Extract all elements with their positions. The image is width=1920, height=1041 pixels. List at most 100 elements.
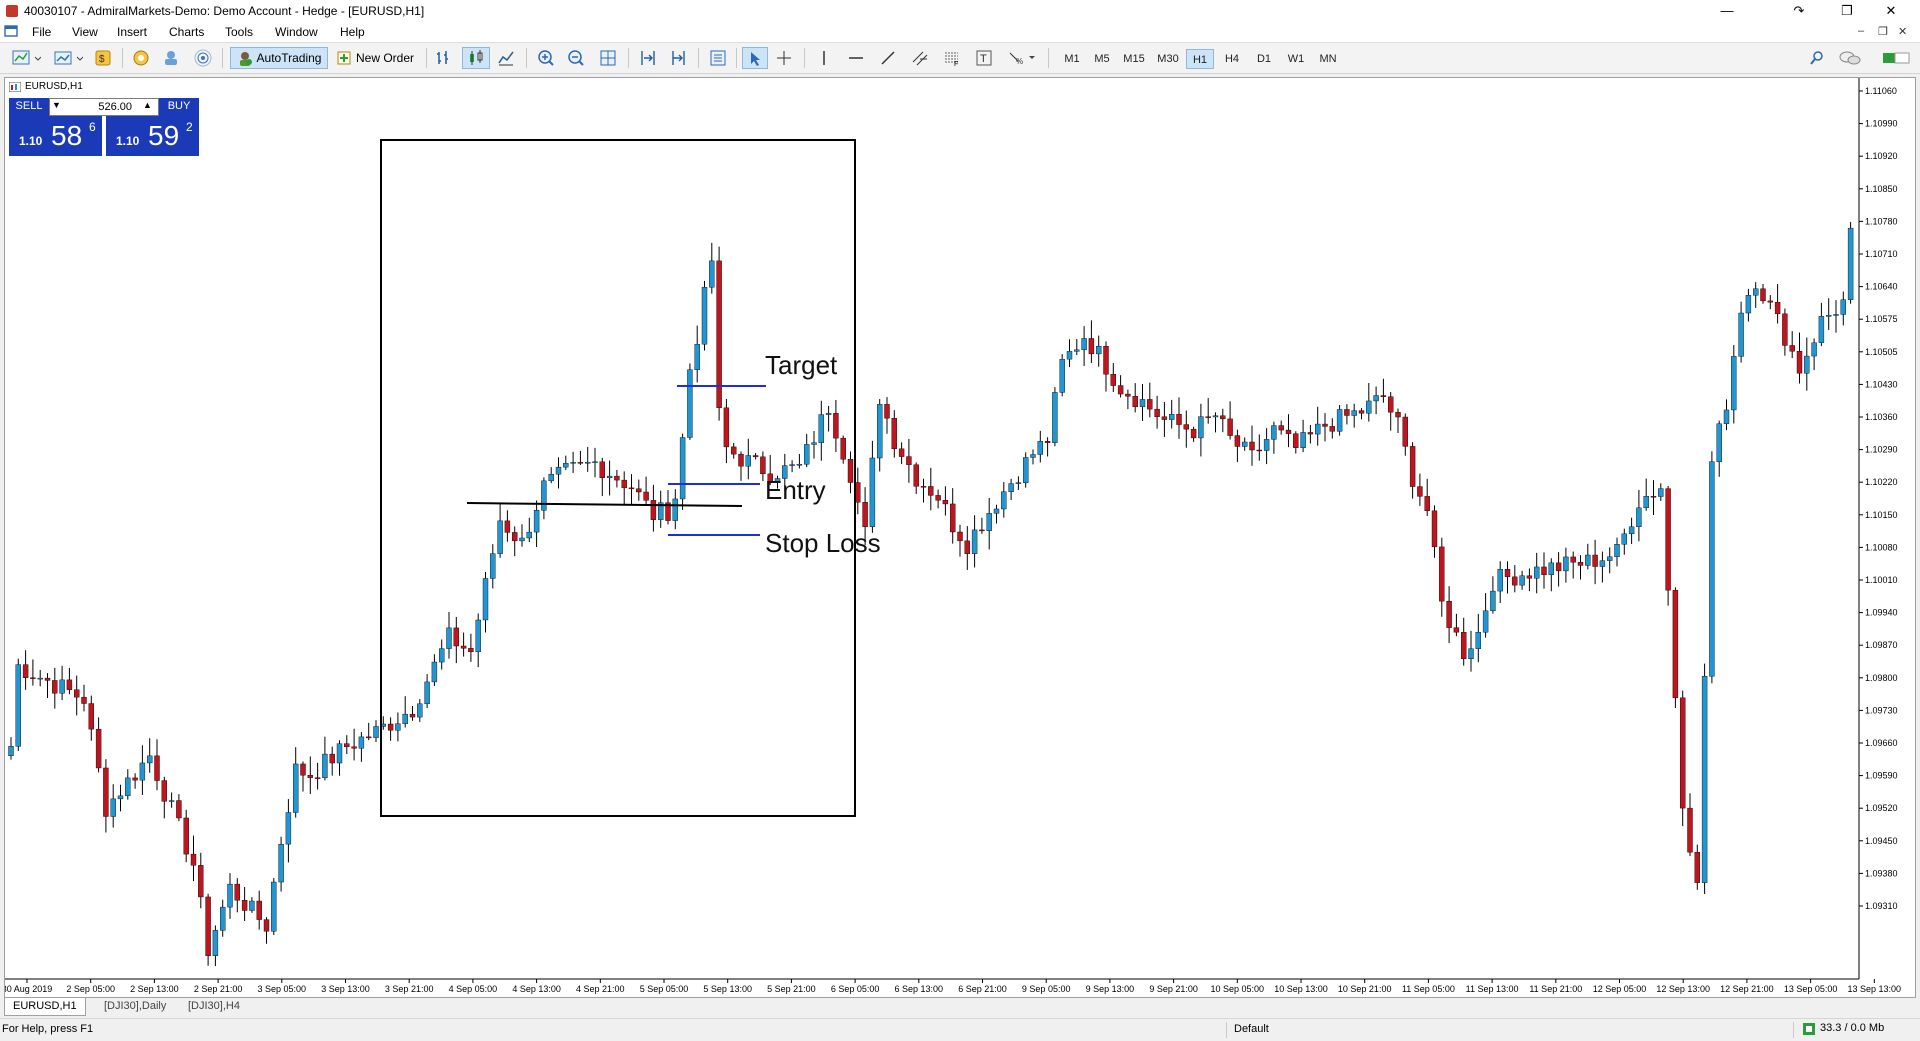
timeframe-m15[interactable]: M15 — [1120, 49, 1148, 69]
terminal-icon[interactable] — [160, 47, 182, 69]
candlestick-chart-icon[interactable] — [462, 47, 490, 69]
price-tick-label: 1.09730 — [1865, 705, 1898, 715]
timeframe-m30[interactable]: M30 — [1154, 49, 1182, 69]
drawing-objects[interactable]: Target Entry Stop Loss — [380, 139, 881, 817]
chart-shift-icon[interactable] — [666, 47, 690, 69]
candle-bullish — [1095, 346, 1102, 355]
navigator-icon[interactable] — [130, 47, 152, 69]
candle-bearish — [300, 763, 306, 776]
autotrading-button[interactable]: AutoTrading — [230, 47, 328, 69]
price-tick-label: 1.10505 — [1865, 347, 1898, 357]
timeframe-w1[interactable]: W1 — [1282, 49, 1310, 69]
candle-bullish — [431, 661, 438, 683]
candle-bearish — [22, 664, 29, 678]
menu-file[interactable]: File — [32, 25, 51, 39]
candle-bearish — [920, 486, 927, 488]
line-chart-icon[interactable] — [494, 47, 518, 69]
tab-dji30-daily[interactable]: [DJI30],Daily — [96, 998, 174, 1015]
support-line[interactable] — [466, 502, 743, 507]
menu-view[interactable]: View — [72, 25, 98, 39]
candle-bullish — [570, 462, 576, 464]
candle-bearish — [387, 723, 394, 731]
candle-bearish — [884, 404, 890, 419]
candle-bullish — [227, 883, 233, 908]
candle-bearish — [1395, 411, 1401, 418]
search-icon[interactable] — [1806, 47, 1828, 69]
time-tick-label: 3 Sep 13:00 — [321, 984, 370, 994]
candle-bearish — [1307, 432, 1314, 435]
minimize-icon[interactable]: — — [1712, 2, 1742, 20]
candle-bearish — [161, 780, 168, 802]
candle-bullish — [424, 681, 430, 705]
zoom-in-icon[interactable] — [534, 47, 558, 69]
candle-bullish — [1738, 312, 1744, 357]
shapes-menu-icon[interactable]: % — [1004, 47, 1040, 69]
tab-dji30-h4[interactable]: [DJI30],H4 — [180, 998, 248, 1015]
candle-bearish — [1176, 413, 1182, 425]
candle-bearish — [512, 532, 518, 542]
pin-icon[interactable]: ↷ — [1784, 2, 1814, 20]
indicators-icon[interactable] — [706, 47, 730, 69]
chat-icon[interactable] — [1836, 47, 1864, 69]
mdi-minimize-icon[interactable]: – — [1858, 25, 1864, 37]
chart-window[interactable]: EURUSD,H1 SELL 1.10 58 6 BUY 1.10 59 2 5… — [4, 77, 1916, 998]
vertical-line-icon[interactable] — [812, 47, 836, 69]
price-tick-label: 1.09660 — [1865, 738, 1898, 748]
candle-bearish — [979, 529, 985, 532]
candle-bearish — [52, 680, 58, 694]
candle-bullish — [1818, 316, 1825, 343]
mdi-restore-icon[interactable]: ❐ — [1878, 25, 1888, 38]
menu-window[interactable]: Window — [275, 25, 318, 39]
profiles-icon[interactable] — [50, 47, 86, 69]
market-watch-icon[interactable]: $ — [92, 47, 114, 69]
candle-bearish — [1088, 338, 1095, 355]
close-icon[interactable]: ✕ — [1876, 2, 1906, 20]
candle-bearish — [190, 853, 197, 866]
timeframe-mn[interactable]: MN — [1314, 49, 1342, 69]
mdi-close-icon[interactable]: ✕ — [1898, 25, 1907, 38]
time-tick-label: 2 Sep 05:00 — [66, 984, 115, 994]
cursor-icon[interactable] — [742, 47, 768, 69]
candle-bullish — [1658, 488, 1664, 497]
price-tick-label: 1.11060 — [1865, 86, 1897, 96]
timeframe-m1[interactable]: M1 — [1058, 49, 1086, 69]
text-tool-icon[interactable]: T — [972, 47, 996, 69]
new-chart-icon[interactable] — [8, 47, 44, 69]
timeframe-h4[interactable]: H4 — [1218, 49, 1246, 69]
fibonacci-icon[interactable]: F — [940, 47, 964, 69]
tab-eurusd-h1[interactable]: EURUSD,H1 — [4, 998, 86, 1016]
timeframe-d1[interactable]: D1 — [1250, 49, 1278, 69]
trendline-icon[interactable] — [876, 47, 900, 69]
price-tick-label: 1.10150 — [1865, 510, 1898, 520]
timeframe-h1[interactable]: H1 — [1186, 49, 1214, 69]
equidistant-channel-icon[interactable] — [908, 47, 932, 69]
horizontal-line-icon[interactable] — [844, 47, 868, 69]
time-tick-label: 11 Sep 05:00 — [1402, 984, 1455, 994]
mdi-app-icon[interactable] — [4, 24, 18, 41]
timeframe-m5[interactable]: M5 — [1088, 49, 1116, 69]
candle-bullish — [212, 930, 219, 956]
candle-bullish — [358, 736, 365, 749]
autoscroll-icon[interactable] — [636, 47, 660, 69]
svg-text:F: F — [954, 61, 958, 66]
restore-icon[interactable]: ❐ — [1832, 2, 1862, 20]
crosshair-icon[interactable] — [772, 47, 796, 69]
candle-bearish — [1526, 575, 1533, 579]
menu-charts[interactable]: Charts — [169, 25, 204, 39]
signals-icon[interactable] — [192, 47, 214, 69]
time-tick-label: 3 Sep 21:00 — [385, 984, 434, 994]
zoom-out-icon[interactable] — [564, 47, 588, 69]
candle-bullish — [1490, 590, 1496, 612]
candle-bearish — [950, 503, 956, 533]
tile-windows-icon[interactable] — [596, 47, 620, 69]
new-order-button[interactable]: New Order — [332, 47, 418, 69]
menu-insert[interactable]: Insert — [117, 25, 147, 39]
candle-bearish — [132, 777, 138, 781]
bar-chart-icon[interactable] — [432, 47, 456, 69]
candle-bullish — [986, 513, 992, 531]
menu-help[interactable]: Help — [340, 25, 365, 39]
time-tick-label: 2 Sep 13:00 — [130, 984, 179, 994]
candle-bullish — [249, 900, 255, 911]
candle-bearish — [862, 502, 868, 527]
menu-tools[interactable]: Tools — [225, 25, 253, 39]
